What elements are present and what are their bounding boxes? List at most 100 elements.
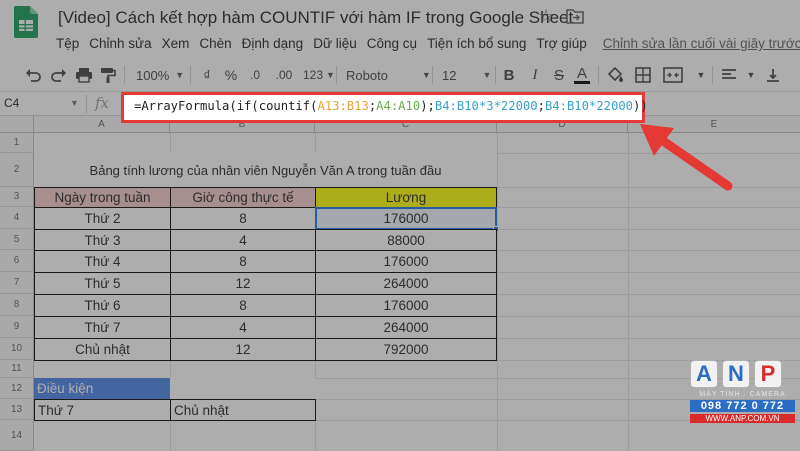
chevron-down-icon: ▼ bbox=[175, 70, 185, 80]
table-cell[interactable] bbox=[170, 378, 316, 399]
merge-cells-icon[interactable] bbox=[662, 66, 684, 84]
table-cell[interactable]: 4 bbox=[170, 316, 316, 339]
table-cell[interactable]: 264000 bbox=[315, 316, 497, 339]
horizontal-align-icon[interactable] bbox=[720, 66, 738, 84]
menu-bar: Tệp Chỉnh sửa Xem Chèn Định dạng Dữ liệu… bbox=[56, 36, 800, 56]
condition-value-cell[interactable]: Thứ 7 bbox=[34, 399, 171, 421]
row-header-2[interactable]: 2 bbox=[0, 153, 34, 187]
increase-decimal-button[interactable]: .00 bbox=[270, 66, 298, 84]
strikethrough-button[interactable]: S bbox=[552, 66, 566, 84]
anp-logo-letter: P bbox=[754, 360, 782, 388]
row-header-5[interactable]: 5 bbox=[0, 229, 34, 250]
menu-help[interactable]: Trợ giúp bbox=[536, 36, 586, 56]
text-color-button[interactable]: A bbox=[574, 65, 590, 84]
chevron-down-icon: ▼ bbox=[326, 70, 335, 80]
last-edit-link[interactable]: Chỉnh sửa lần cuối vài giây trước bbox=[603, 36, 800, 56]
row-header-6[interactable]: 6 bbox=[0, 250, 34, 272]
anp-tagline: MÁY TÍNH · CAMERA bbox=[699, 391, 786, 398]
row-header-12[interactable]: 12 bbox=[0, 378, 34, 399]
table-cell[interactable]: Thứ 2 bbox=[34, 207, 171, 230]
percent-format-button[interactable]: % bbox=[224, 66, 238, 84]
table-cell[interactable]: 8 bbox=[170, 207, 316, 230]
menu-format[interactable]: Định dạng bbox=[242, 36, 304, 56]
table-cell[interactable]: Thứ 3 bbox=[34, 229, 171, 251]
name-box[interactable]: C4 bbox=[4, 96, 19, 110]
chevron-down-icon[interactable]: ▼ bbox=[744, 66, 758, 84]
anp-logo-letter: A bbox=[690, 360, 718, 388]
anp-phone: 098 772 0 772 bbox=[690, 400, 795, 412]
google-sheets-logo-icon[interactable] bbox=[14, 6, 38, 38]
italic-button[interactable]: I bbox=[528, 66, 542, 84]
anp-watermark: A N P MÁY TÍNH · CAMERA 098 772 0 772 WW… bbox=[690, 360, 795, 442]
menu-insert[interactable]: Chèn bbox=[199, 36, 231, 56]
print-icon[interactable] bbox=[74, 66, 94, 84]
table-cell[interactable]: Chủ nhật bbox=[34, 338, 171, 361]
row-header-8[interactable]: 8 bbox=[0, 294, 34, 316]
document-title[interactable]: [Video] Cách kết hợp hàm COUNTIF với hàm… bbox=[58, 8, 573, 28]
zoom-select[interactable]: 100% ▼ bbox=[136, 66, 188, 84]
table-cell[interactable]: Thứ 4 bbox=[34, 250, 171, 273]
title-bar: [Video] Cách kết hợp hàm COUNTIF với hàm… bbox=[0, 0, 800, 38]
selected-cell-c4[interactable]: 176000 bbox=[315, 207, 497, 230]
chevron-down-icon: ▼ bbox=[482, 70, 492, 80]
chevron-down-icon[interactable]: ▼ bbox=[70, 98, 79, 108]
table-cell[interactable]: 264000 bbox=[315, 272, 497, 295]
row-header-7[interactable]: 7 bbox=[0, 272, 34, 294]
chevron-down-icon[interactable]: ▼ bbox=[694, 66, 708, 84]
header-cell-hours[interactable]: Giờ công thực tế bbox=[170, 187, 316, 208]
bold-button[interactable]: B bbox=[502, 66, 516, 84]
table-cell[interactable]: 176000 bbox=[315, 250, 497, 273]
menu-tools[interactable]: Công cụ bbox=[367, 36, 417, 56]
formula-input[interactable]: =ArrayFormula(if(countif(A13:B13;A4:A10)… bbox=[121, 92, 648, 123]
fx-icon: fx bbox=[95, 94, 110, 112]
sheet-title-cell[interactable]: Bảng tính lương của nhân viên Nguyễn Văn… bbox=[34, 153, 497, 187]
table-cell[interactable]: 4 bbox=[170, 229, 316, 251]
annotation-arrow-icon bbox=[640, 124, 733, 191]
font-select[interactable]: Roboto ▼ bbox=[346, 66, 431, 84]
table-cell[interactable]: Thứ 7 bbox=[34, 316, 171, 339]
toolbar: 100% ▼ ₫ % .0 .00 123 ▼ Roboto ▼ 12 ▼ B I S … bbox=[0, 58, 800, 92]
menu-file[interactable]: Tệp bbox=[56, 36, 79, 56]
fill-color-icon[interactable] bbox=[606, 66, 624, 84]
condition-value-cell[interactable]: Chủ nhật bbox=[170, 399, 316, 421]
currency-format-button[interactable]: ₫ bbox=[200, 66, 214, 84]
row-header-3[interactable]: 3 bbox=[0, 187, 34, 207]
table-cell[interactable]: 88000 bbox=[315, 229, 497, 251]
row-header-4[interactable]: 4 bbox=[0, 207, 34, 229]
move-to-folder-icon[interactable] bbox=[566, 8, 584, 24]
row-header-11[interactable]: 11 bbox=[0, 360, 34, 378]
menu-addons[interactable]: Tiện ích bổ sung bbox=[427, 36, 526, 56]
redo-icon[interactable] bbox=[50, 66, 68, 84]
table-cell[interactable]: Thứ 5 bbox=[34, 272, 171, 295]
menu-data[interactable]: Dữ liệu bbox=[313, 36, 357, 56]
table-cell[interactable]: 12 bbox=[170, 272, 316, 295]
undo-icon[interactable] bbox=[24, 66, 42, 84]
font-size-select[interactable]: 12 ▼ bbox=[442, 66, 496, 84]
paint-format-icon[interactable] bbox=[99, 66, 117, 84]
table-cell[interactable]: 792000 bbox=[315, 338, 497, 361]
borders-icon[interactable] bbox=[634, 66, 652, 84]
decrease-decimal-button[interactable]: .0 bbox=[244, 66, 266, 84]
formula-text: =ArrayFormula(if(countif(A13:B13;A4:A10)… bbox=[134, 99, 648, 113]
menu-view[interactable]: Xem bbox=[162, 36, 190, 56]
table-cell[interactable]: Thứ 6 bbox=[34, 294, 171, 317]
row-header-13[interactable]: 13 bbox=[0, 399, 34, 420]
table-cell[interactable]: 176000 bbox=[315, 294, 497, 317]
star-icon[interactable]: ☆ bbox=[538, 6, 554, 27]
header-cell-salary[interactable]: Lương bbox=[315, 187, 497, 208]
anp-website: WWW.ANP.COM.VN bbox=[690, 414, 795, 423]
condition-label-cell[interactable]: Điều kiện bbox=[34, 378, 170, 399]
row-header-10[interactable]: 10 bbox=[0, 338, 34, 360]
row-header-9[interactable]: 9 bbox=[0, 316, 34, 338]
select-all-corner[interactable] bbox=[0, 116, 34, 133]
row-header-1[interactable]: 1 bbox=[0, 133, 34, 153]
table-cell[interactable]: 8 bbox=[170, 250, 316, 273]
menu-edit[interactable]: Chỉnh sửa bbox=[89, 36, 151, 56]
table-cell[interactable]: 8 bbox=[170, 294, 316, 317]
row-header-14[interactable]: 14 bbox=[0, 420, 34, 451]
anp-logo-letter: N bbox=[722, 360, 750, 388]
table-cell[interactable]: 12 bbox=[170, 338, 316, 361]
chevron-down-icon: ▼ bbox=[421, 70, 431, 80]
vertical-align-icon[interactable] bbox=[764, 66, 782, 84]
header-cell-day[interactable]: Ngày trong tuần bbox=[34, 187, 171, 208]
